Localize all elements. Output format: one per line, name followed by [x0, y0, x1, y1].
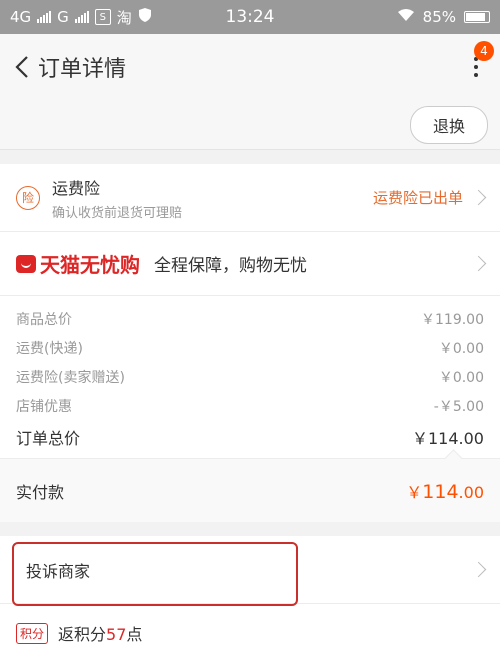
network-g-label: G: [57, 8, 69, 26]
summary-row: 运费险(卖家赠送) ￥0.00: [16, 362, 484, 391]
actual-payment-amount: ￥114.00: [406, 479, 484, 503]
notification-badge: 4: [474, 41, 494, 61]
summary-label: 店铺优惠: [16, 398, 72, 415]
chevron-right-icon: [470, 561, 487, 578]
page-title: 订单详情: [38, 57, 127, 82]
signal-icon: [37, 11, 52, 23]
actual-payment-label: 实付款: [16, 482, 65, 502]
payment-amount-main: 114: [422, 480, 459, 503]
insurance-title: 运费险: [52, 178, 101, 198]
insurance-icon: 险: [16, 185, 40, 210]
price-summary: 商品总价 ￥119.00 运费(快递) ￥0.00 运费险(卖家赠送) ￥0.0…: [0, 296, 500, 458]
points-value: 57: [106, 625, 127, 644]
points-suffix: 点: [126, 625, 143, 644]
wifi-icon: [397, 8, 415, 26]
order-actions: 退换: [0, 100, 500, 150]
shield-icon: [138, 7, 152, 27]
points-text: 返积分57点: [58, 621, 142, 645]
battery-percent: 85%: [422, 8, 456, 26]
points-row: 积分 返积分57点: [0, 604, 500, 662]
actual-payment-row: 实付款 ￥114.00: [0, 449, 500, 522]
navigation-bar: 订单详情 4: [0, 34, 500, 100]
more-menu-button[interactable]: 4: [462, 41, 494, 87]
tmall-guarantee-row[interactable]: 天猫无忧购 全程保障，购物无忧: [0, 232, 500, 296]
status-right: 85%: [397, 8, 490, 26]
more-vertical-icon-dot: [474, 65, 478, 69]
insurance-status-label: 运费险已出单: [372, 189, 463, 207]
signal-icon-2: [74, 11, 89, 23]
summary-row: 店铺优惠 -￥5.00: [16, 391, 484, 420]
points-badge: 积分: [16, 622, 49, 644]
payment-currency: ￥: [406, 482, 423, 502]
complain-merchant-row[interactable]: 投诉商家: [0, 536, 500, 606]
summary-value: ￥119.00: [421, 311, 484, 328]
insurance-text: 运费险 确认收货前退货可理赔: [52, 175, 182, 221]
order-total-label: 订单总价: [16, 429, 81, 448]
network-4g-label: 4G: [10, 8, 32, 26]
tmall-logo-text: 天猫无忧购: [40, 253, 140, 277]
summary-label: 运费(快递): [16, 340, 83, 357]
section-gap: [0, 150, 500, 164]
summary-row: 运费(快递) ￥0.00: [16, 333, 484, 362]
chevron-right-icon: [470, 189, 487, 206]
shipping-insurance-row[interactable]: 险 运费险 确认收货前退货可理赔 运费险已出单: [0, 164, 500, 232]
summary-label: 运费险(卖家赠送): [16, 369, 125, 386]
summary-value: ￥0.00: [438, 369, 484, 386]
summary-value: ￥0.00: [438, 340, 484, 357]
payment-amount-decimal: .00: [458, 482, 484, 502]
points-prefix: 返积分: [58, 625, 107, 644]
summary-label: 商品总价: [16, 311, 72, 328]
order-total-row: 订单总价 ￥114.00: [16, 420, 484, 454]
battery-icon: [464, 11, 490, 23]
back-button[interactable]: [10, 47, 34, 87]
status-bar: 4G G S 淘 13:24 85%: [0, 0, 500, 34]
highlight-box: [12, 542, 298, 606]
s-app-icon: S: [94, 9, 111, 25]
more-vertical-icon-dot: [474, 73, 478, 77]
status-left: 4G G S 淘: [10, 7, 152, 28]
chevron-left-icon: [15, 56, 28, 78]
order-total-value: ￥114.00: [412, 429, 484, 448]
tmall-logo: 天猫无忧购: [16, 249, 140, 278]
taobao-notify-icon: 淘: [116, 8, 132, 27]
chevron-right-icon: [470, 255, 487, 272]
tmall-icon: [16, 254, 36, 273]
tmall-slogan: 全程保障，购物无忧: [154, 256, 307, 276]
summary-value: -￥5.00: [433, 398, 484, 415]
summary-row: 商品总价 ￥119.00: [16, 304, 484, 333]
insurance-subtitle: 确认收货前退货可理赔: [52, 205, 183, 221]
insurance-status: 运费险已出单: [372, 187, 487, 208]
return-exchange-button[interactable]: 退换: [409, 105, 488, 144]
